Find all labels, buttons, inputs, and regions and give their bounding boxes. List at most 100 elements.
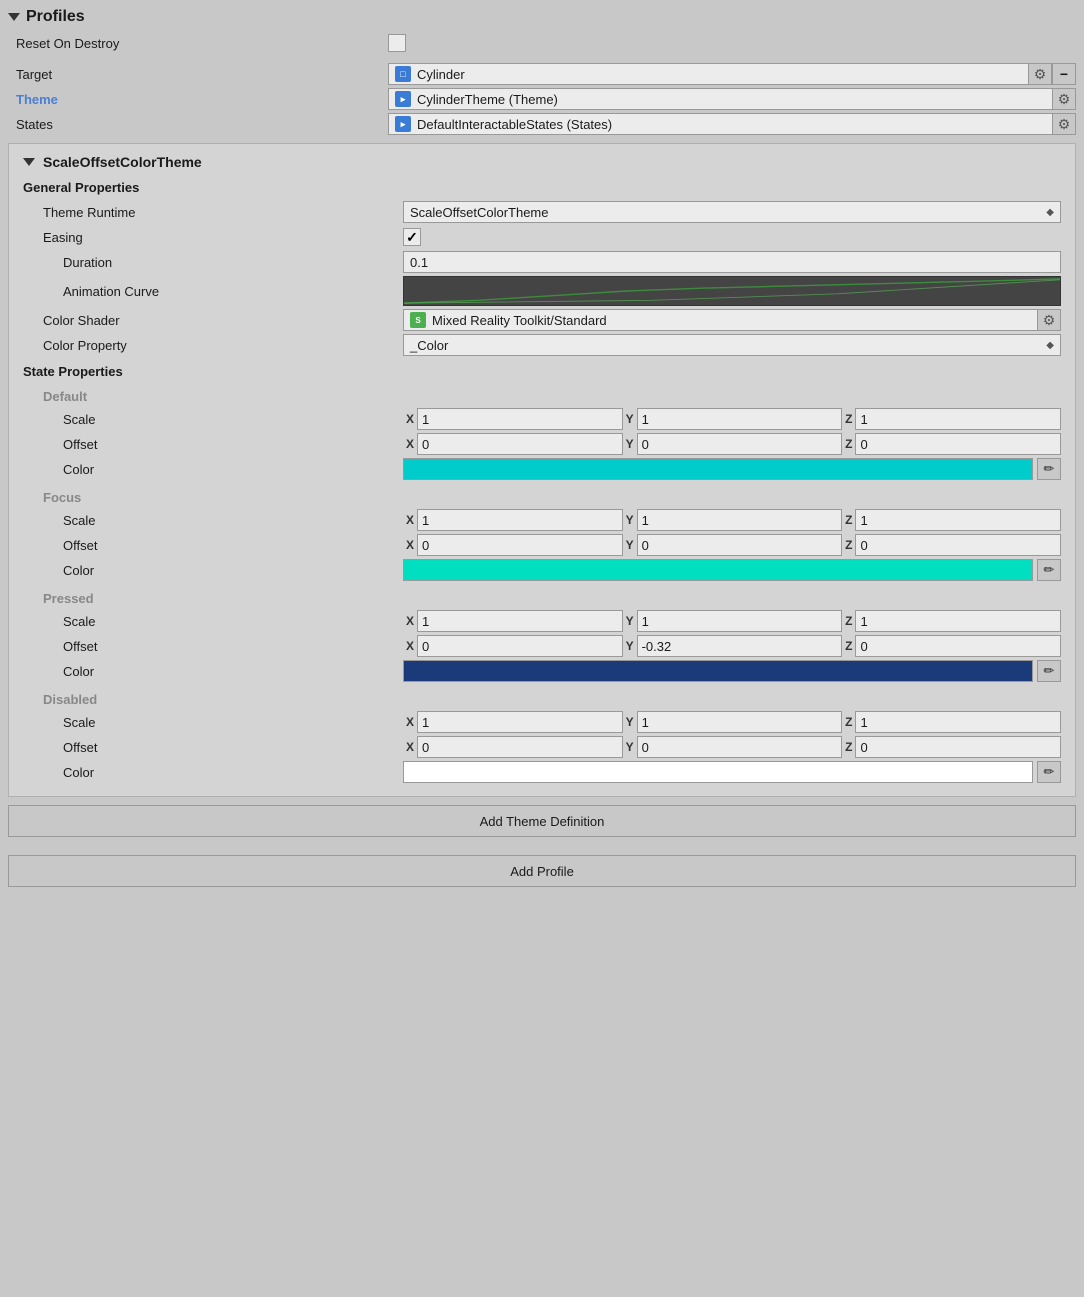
focus-scale-x-input[interactable]: 1 bbox=[417, 509, 623, 531]
focus-color-value: ✏ bbox=[403, 559, 1061, 581]
focus-eyedrop-icon: ✏ bbox=[1044, 562, 1055, 578]
default-offset-x-input[interactable]: 0 bbox=[417, 433, 623, 455]
pressed-offset-x-label: X bbox=[403, 639, 417, 653]
states-obj-icon: ▸ bbox=[395, 116, 411, 132]
easing-checkbox[interactable]: ✓ bbox=[403, 228, 421, 246]
color-shader-settings-btn[interactable] bbox=[1037, 309, 1061, 331]
focus-state-label: Focus bbox=[23, 490, 1061, 505]
default-scale-y-label: Y bbox=[623, 412, 637, 426]
theme-runtime-row: Theme Runtime ScaleOffsetColorTheme ◆ bbox=[23, 201, 1061, 223]
color-shader-field[interactable]: S Mixed Reality Toolkit/Standard bbox=[403, 309, 1037, 331]
focus-offset-xyz: X 0 Y 0 Z 0 bbox=[403, 534, 1061, 556]
focus-color-swatch[interactable] bbox=[403, 559, 1033, 581]
default-color-picker-btn[interactable]: ✏ bbox=[1037, 458, 1061, 480]
focus-scale-z-label: Z bbox=[842, 513, 855, 527]
disabled-scale-xyz: X 1 Y 1 Z 1 bbox=[403, 711, 1061, 733]
pressed-scale-x-label: X bbox=[403, 614, 417, 628]
default-offset-y-input[interactable]: 0 bbox=[637, 433, 843, 455]
main-panel: Profiles Reset On Destroy Target □ Cylin… bbox=[0, 0, 1084, 895]
disabled-offset-z-input[interactable]: 0 bbox=[855, 736, 1061, 758]
focus-offset-y-label: Y bbox=[623, 538, 637, 552]
theme-settings-btn[interactable] bbox=[1052, 88, 1076, 110]
target-field[interactable]: □ Cylinder bbox=[388, 63, 1028, 85]
focus-scale-y-label: Y bbox=[623, 513, 637, 527]
profiles-title: Profiles bbox=[26, 8, 85, 26]
target-minus-btn[interactable]: − bbox=[1052, 63, 1076, 85]
states-field[interactable]: ▸ DefaultInteractableStates (States) bbox=[388, 113, 1052, 135]
default-offset-x-label: X bbox=[403, 437, 417, 451]
duration-field[interactable]: 0.1 bbox=[403, 251, 1061, 273]
focus-offset-row: Offset X 0 Y 0 Z 0 bbox=[23, 534, 1061, 556]
add-theme-def-button[interactable]: Add Theme Definition bbox=[8, 805, 1076, 837]
disabled-scale-y-input[interactable]: 1 bbox=[637, 711, 843, 733]
animation-curve-value bbox=[403, 276, 1061, 306]
pressed-offset-row: Offset X 0 Y -0.32 Z 0 bbox=[23, 635, 1061, 657]
focus-color-row: Color ✏ bbox=[23, 559, 1061, 581]
general-props-title: General Properties bbox=[23, 180, 1061, 195]
pressed-color-label: Color bbox=[23, 664, 403, 679]
focus-color-picker-btn[interactable]: ✏ bbox=[1037, 559, 1061, 581]
pressed-scale-x-input[interactable]: 1 bbox=[417, 610, 623, 632]
default-color-row: Color ✏ bbox=[23, 458, 1061, 480]
pressed-scale-y-label: Y bbox=[623, 614, 637, 628]
animation-curve-row: Animation Curve bbox=[23, 276, 1061, 306]
focus-scale-y-input[interactable]: 1 bbox=[637, 509, 843, 531]
pressed-color-swatch[interactable] bbox=[403, 660, 1033, 682]
theme-runtime-dropdown[interactable]: ScaleOffsetColorTheme ◆ bbox=[403, 201, 1061, 223]
reset-on-destroy-checkbox[interactable] bbox=[388, 34, 406, 52]
animation-curve-graph[interactable] bbox=[403, 276, 1061, 306]
disabled-scale-x-input[interactable]: 1 bbox=[417, 711, 623, 733]
states-settings-btn[interactable] bbox=[1052, 113, 1076, 135]
profiles-header: Profiles bbox=[8, 8, 1076, 26]
pressed-color-picker-btn[interactable]: ✏ bbox=[1037, 660, 1061, 682]
default-scale-y-input[interactable]: 1 bbox=[637, 408, 843, 430]
color-property-dropdown[interactable]: _Color ◆ bbox=[403, 334, 1061, 356]
disabled-color-label: Color bbox=[23, 765, 403, 780]
default-scale-z-input[interactable]: 1 bbox=[855, 408, 1061, 430]
focus-offset-x-input[interactable]: 0 bbox=[417, 534, 623, 556]
default-scale-x-label: X bbox=[403, 412, 417, 426]
target-gear-icon bbox=[1030, 64, 1050, 84]
pressed-scale-z-input[interactable]: 1 bbox=[855, 610, 1061, 632]
focus-scale-z-input[interactable]: 1 bbox=[855, 509, 1061, 531]
pressed-scale-xyz: X 1 Y 1 Z 1 bbox=[403, 610, 1061, 632]
default-eyedrop-icon: ✏ bbox=[1044, 461, 1055, 477]
card-collapse-icon[interactable] bbox=[23, 158, 35, 166]
focus-offset-x-label: X bbox=[403, 538, 417, 552]
theme-value: ▸ CylinderTheme (Theme) bbox=[388, 88, 1076, 110]
disabled-color-picker-btn[interactable]: ✏ bbox=[1037, 761, 1061, 783]
theme-runtime-label: Theme Runtime bbox=[23, 205, 403, 220]
default-offset-z-input[interactable]: 0 bbox=[855, 433, 1061, 455]
focus-offset-y-input[interactable]: 0 bbox=[637, 534, 843, 556]
focus-scale-row: Scale X 1 Y 1 Z 1 bbox=[23, 509, 1061, 531]
color-shader-row: Color Shader S Mixed Reality Toolkit/Sta… bbox=[23, 309, 1061, 331]
pressed-offset-z-input[interactable]: 0 bbox=[855, 635, 1061, 657]
default-state-label: Default bbox=[23, 389, 1061, 404]
default-scale-z-label: Z bbox=[842, 412, 855, 426]
disabled-scale-z-label: Z bbox=[842, 715, 855, 729]
disabled-offset-y-input[interactable]: 0 bbox=[637, 736, 843, 758]
disabled-offset-x-input[interactable]: 0 bbox=[417, 736, 623, 758]
default-scale-x-input[interactable]: 1 bbox=[417, 408, 623, 430]
theme-field[interactable]: ▸ CylinderTheme (Theme) bbox=[388, 88, 1052, 110]
add-profile-button[interactable]: Add Profile bbox=[8, 855, 1076, 887]
default-offset-xyz: X 0 Y 0 Z 0 bbox=[403, 433, 1061, 455]
default-color-swatch[interactable] bbox=[403, 458, 1033, 480]
focus-color-label: Color bbox=[23, 563, 403, 578]
pressed-offset-y-label: Y bbox=[623, 639, 637, 653]
disabled-offset-row: Offset X 0 Y 0 Z 0 bbox=[23, 736, 1061, 758]
pressed-offset-y-input[interactable]: -0.32 bbox=[637, 635, 843, 657]
focus-offset-z-label: Z bbox=[842, 538, 855, 552]
focus-offset-z-input[interactable]: 0 bbox=[855, 534, 1061, 556]
pressed-color-value: ✏ bbox=[403, 660, 1061, 682]
disabled-scale-z-input[interactable]: 1 bbox=[855, 711, 1061, 733]
pressed-offset-x-input[interactable]: 0 bbox=[417, 635, 623, 657]
theme-obj-icon: ▸ bbox=[395, 91, 411, 107]
state-props-title: State Properties bbox=[23, 364, 1061, 379]
disabled-scale-x-label: X bbox=[403, 715, 417, 729]
pressed-scale-y-input[interactable]: 1 bbox=[637, 610, 843, 632]
states-value: ▸ DefaultInteractableStates (States) bbox=[388, 113, 1076, 135]
target-settings-btn[interactable] bbox=[1028, 63, 1052, 85]
profiles-collapse-icon[interactable] bbox=[8, 13, 20, 21]
disabled-color-swatch[interactable] bbox=[403, 761, 1033, 783]
